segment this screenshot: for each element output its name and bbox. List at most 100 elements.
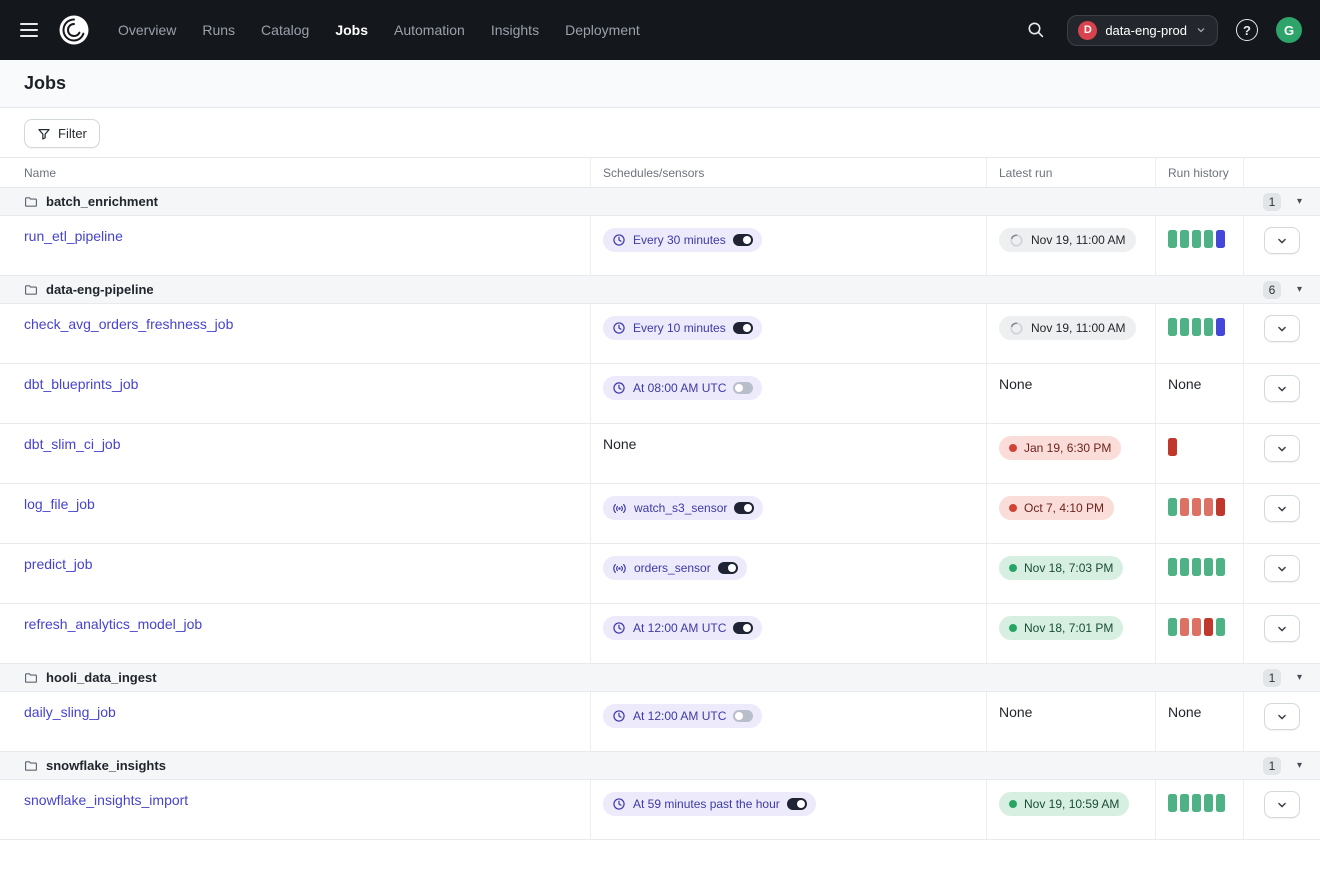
job-group-row[interactable]: batch_enrichment1▾ [0, 188, 1320, 216]
user-avatar[interactable]: G [1276, 17, 1302, 43]
run-history-bar[interactable] [1216, 318, 1225, 336]
help-icon[interactable]: ? [1236, 19, 1258, 41]
expand-row-button[interactable] [1264, 227, 1300, 254]
schedule-pill[interactable]: Every 30 minutes [603, 228, 762, 252]
run-history-bar[interactable] [1180, 794, 1189, 812]
nav-item-automation[interactable]: Automation [394, 22, 465, 38]
nav-item-runs[interactable]: Runs [202, 22, 235, 38]
latest-run-badge[interactable]: Nov 19, 11:00 AM [999, 316, 1136, 340]
run-history-bar[interactable] [1204, 558, 1213, 576]
expand-row-button[interactable] [1264, 791, 1300, 818]
run-history-bar[interactable] [1180, 498, 1189, 516]
expand-row-button[interactable] [1264, 375, 1300, 402]
run-history-bar[interactable] [1168, 438, 1177, 456]
latest-run-badge[interactable]: Jan 19, 6:30 PM [999, 436, 1121, 460]
deployment-switcher[interactable]: D data-eng-prod [1067, 15, 1218, 46]
run-history-bar[interactable] [1204, 230, 1213, 248]
run-history-bar[interactable] [1204, 498, 1213, 516]
job-group-row[interactable]: hooli_data_ingest1▾ [0, 664, 1320, 692]
schedule-toggle[interactable] [733, 234, 753, 246]
run-history-bar[interactable] [1168, 558, 1177, 576]
expand-row-button[interactable] [1264, 435, 1300, 462]
run-history-bar[interactable] [1216, 794, 1225, 812]
run-history-bar[interactable] [1204, 794, 1213, 812]
run-history-bar[interactable] [1180, 618, 1189, 636]
latest-run-badge[interactable]: Oct 7, 4:10 PM [999, 496, 1114, 520]
schedule-toggle[interactable] [733, 622, 753, 634]
run-history-bars[interactable] [1168, 438, 1177, 456]
schedule-toggle[interactable] [734, 502, 754, 514]
schedule-pill[interactable]: At 59 minutes past the hour [603, 792, 816, 816]
run-history-bar[interactable] [1192, 498, 1201, 516]
run-history-bar[interactable] [1216, 498, 1225, 516]
run-history-bars[interactable] [1168, 794, 1225, 812]
run-history-bars[interactable] [1168, 558, 1225, 576]
run-history-bars[interactable] [1168, 618, 1225, 636]
job-name-link[interactable]: dbt_blueprints_job [24, 376, 138, 392]
expand-row-button[interactable] [1264, 495, 1300, 522]
schedule-toggle[interactable] [718, 562, 738, 574]
expand-row-button[interactable] [1264, 703, 1300, 730]
caret-down-icon[interactable]: ▾ [1297, 760, 1302, 771]
job-group-row[interactable]: snowflake_insights1▾ [0, 752, 1320, 780]
run-history-bar[interactable] [1204, 318, 1213, 336]
job-name-link[interactable]: log_file_job [24, 496, 95, 512]
run-history-bar[interactable] [1192, 558, 1201, 576]
nav-item-insights[interactable]: Insights [491, 22, 539, 38]
caret-down-icon[interactable]: ▾ [1297, 196, 1302, 207]
latest-run-badge[interactable]: Nov 18, 7:03 PM [999, 556, 1123, 580]
expand-row-button[interactable] [1264, 315, 1300, 342]
expand-row-button[interactable] [1264, 555, 1300, 582]
caret-down-icon[interactable]: ▾ [1297, 672, 1302, 683]
run-history-bar[interactable] [1192, 794, 1201, 812]
run-history-bars[interactable] [1168, 498, 1225, 516]
schedule-toggle[interactable] [733, 322, 753, 334]
run-history-bars[interactable] [1168, 318, 1225, 336]
run-history-bar[interactable] [1180, 558, 1189, 576]
run-history-bar[interactable] [1168, 498, 1177, 516]
run-history-bar[interactable] [1168, 618, 1177, 636]
run-history-bar[interactable] [1168, 318, 1177, 336]
latest-run-badge[interactable]: Nov 19, 11:00 AM [999, 228, 1136, 252]
nav-item-deployment[interactable]: Deployment [565, 22, 640, 38]
job-name-link[interactable]: run_etl_pipeline [24, 228, 123, 244]
schedule-toggle[interactable] [733, 710, 753, 722]
nav-item-overview[interactable]: Overview [118, 22, 176, 38]
job-name-link[interactable]: dbt_slim_ci_job [24, 436, 121, 452]
job-name-link[interactable]: daily_sling_job [24, 704, 116, 720]
job-group-row[interactable]: data-eng-pipeline6▾ [0, 276, 1320, 304]
run-history-bar[interactable] [1180, 318, 1189, 336]
schedule-toggle[interactable] [787, 798, 807, 810]
expand-row-button[interactable] [1264, 615, 1300, 642]
run-history-bar[interactable] [1216, 230, 1225, 248]
schedule-pill[interactable]: At 12:00 AM UTC [603, 616, 762, 640]
caret-down-icon[interactable]: ▾ [1297, 284, 1302, 295]
schedule-pill[interactable]: At 12:00 AM UTC [603, 704, 762, 728]
latest-run-badge[interactable]: Nov 18, 7:01 PM [999, 616, 1123, 640]
schedule-pill[interactable]: At 08:00 AM UTC [603, 376, 762, 400]
sensor-pill[interactable]: orders_sensor [603, 556, 747, 580]
filter-button[interactable]: Filter [24, 119, 100, 148]
run-history-bar[interactable] [1180, 230, 1189, 248]
run-history-bar[interactable] [1216, 618, 1225, 636]
run-history-bar[interactable] [1168, 230, 1177, 248]
nav-item-jobs[interactable]: Jobs [335, 22, 368, 38]
job-name-link[interactable]: snowflake_insights_import [24, 792, 188, 808]
run-history-bar[interactable] [1168, 794, 1177, 812]
run-history-bar[interactable] [1216, 558, 1225, 576]
run-history-bar[interactable] [1192, 230, 1201, 248]
search-icon[interactable] [1023, 17, 1049, 43]
run-history-bar[interactable] [1204, 618, 1213, 636]
nav-item-catalog[interactable]: Catalog [261, 22, 309, 38]
run-history-bar[interactable] [1192, 318, 1201, 336]
dagster-logo[interactable] [56, 12, 92, 48]
sensor-pill[interactable]: watch_s3_sensor [603, 496, 763, 520]
latest-run-badge[interactable]: Nov 19, 10:59 AM [999, 792, 1129, 816]
job-name-link[interactable]: refresh_analytics_model_job [24, 616, 202, 632]
job-name-link[interactable]: check_avg_orders_freshness_job [24, 316, 233, 332]
run-history-bars[interactable] [1168, 230, 1225, 248]
job-name-link[interactable]: predict_job [24, 556, 93, 572]
schedule-toggle[interactable] [733, 382, 753, 394]
schedule-pill[interactable]: Every 10 minutes [603, 316, 762, 340]
run-history-bar[interactable] [1192, 618, 1201, 636]
